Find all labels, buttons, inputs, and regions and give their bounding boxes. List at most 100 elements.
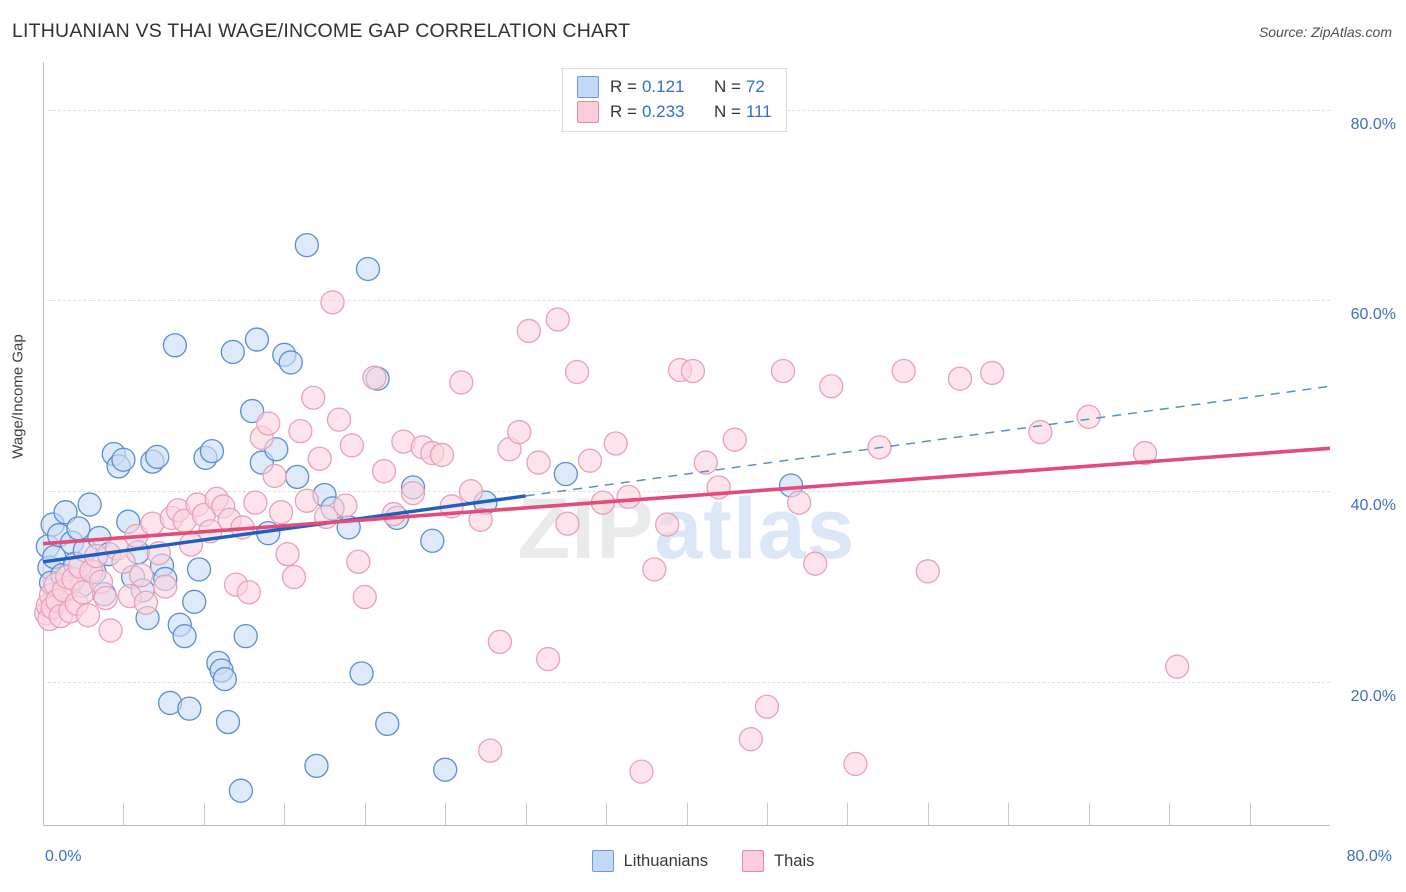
data-point bbox=[111, 447, 136, 472]
data-point bbox=[128, 562, 154, 588]
data-point bbox=[220, 339, 245, 365]
data-point bbox=[304, 753, 329, 779]
data-point bbox=[553, 461, 578, 487]
series-legend: Lithuanians Thais bbox=[0, 850, 1406, 872]
data-point bbox=[75, 603, 101, 628]
n-label: N = bbox=[713, 102, 741, 121]
page-title: LITHUANIAN VS THAI WAGE/INCOME GAP CORRE… bbox=[12, 20, 631, 42]
data-point bbox=[233, 624, 258, 649]
r-value-lithuanians: 0.121 bbox=[641, 77, 685, 96]
data-point bbox=[349, 661, 374, 686]
data-point bbox=[182, 589, 207, 614]
source-attribution: Source: ZipAtlas.com bbox=[1258, 24, 1392, 40]
data-point bbox=[433, 757, 458, 782]
data-point bbox=[803, 551, 828, 576]
data-point bbox=[915, 559, 940, 584]
data-point bbox=[285, 464, 310, 490]
data-point bbox=[145, 444, 170, 470]
data-point bbox=[507, 419, 532, 445]
data-point bbox=[478, 738, 503, 763]
data-point bbox=[770, 358, 796, 384]
data-point bbox=[577, 448, 603, 473]
data-point bbox=[294, 232, 319, 258]
data-point bbox=[680, 358, 706, 384]
stats-row-lithuanians: R = 0.121 N = 72 bbox=[577, 76, 772, 98]
data-point bbox=[375, 711, 400, 737]
data-point bbox=[243, 490, 268, 515]
data-point bbox=[458, 479, 484, 504]
data-point bbox=[555, 511, 580, 536]
data-point bbox=[754, 694, 780, 719]
data-point bbox=[545, 307, 570, 332]
data-point bbox=[178, 532, 204, 557]
x-axis-line bbox=[43, 825, 1330, 826]
data-point bbox=[66, 516, 91, 541]
data-point bbox=[616, 484, 641, 510]
data-point bbox=[294, 488, 319, 513]
data-point bbox=[275, 541, 300, 567]
stats-row-thais: R = 0.233 N = 111 bbox=[577, 101, 772, 123]
data-point bbox=[843, 751, 868, 777]
data-point bbox=[228, 778, 254, 803]
data-point bbox=[177, 696, 202, 721]
correlation-stats-box: R = 0.121 N = 72 R = 0.233 N = 111 bbox=[562, 68, 787, 132]
data-point bbox=[320, 290, 345, 315]
y-tick-label: 40.0% bbox=[1350, 497, 1396, 515]
data-point bbox=[301, 385, 326, 410]
data-point bbox=[516, 318, 541, 344]
data-point bbox=[162, 333, 188, 358]
n-label: N = bbox=[713, 77, 741, 96]
data-point bbox=[487, 629, 513, 655]
r-label: R = bbox=[610, 102, 637, 121]
r-value-thais: 0.233 bbox=[641, 102, 685, 121]
data-point bbox=[98, 618, 123, 643]
data-point bbox=[186, 557, 212, 582]
data-point bbox=[1028, 419, 1053, 445]
data-point bbox=[603, 431, 628, 456]
legend-item-thais[interactable]: Thais bbox=[742, 850, 814, 872]
data-point bbox=[307, 446, 332, 471]
data-point bbox=[236, 580, 262, 605]
data-point bbox=[526, 450, 551, 475]
data-point bbox=[564, 359, 590, 385]
data-point bbox=[693, 450, 718, 475]
correlation-chart: LITHUANIAN VS THAI WAGE/INCOME GAP CORRE… bbox=[0, 0, 1406, 892]
data-point bbox=[93, 585, 118, 611]
r-label: R = bbox=[610, 77, 637, 96]
data-point bbox=[947, 366, 973, 391]
legend-label-thais: Thais bbox=[774, 851, 815, 870]
data-point bbox=[655, 512, 680, 537]
data-point bbox=[449, 370, 474, 395]
n-value-thais: 111 bbox=[745, 102, 772, 121]
data-point bbox=[629, 759, 654, 784]
data-point bbox=[738, 727, 763, 752]
data-point bbox=[288, 418, 313, 444]
legend-swatch-thais-icon bbox=[742, 850, 765, 872]
data-point bbox=[362, 365, 387, 390]
data-point bbox=[278, 350, 303, 375]
y-tick-label: 60.0% bbox=[1350, 306, 1396, 324]
series-swatch-thais-icon bbox=[577, 101, 599, 123]
data-point bbox=[262, 463, 287, 489]
data-point bbox=[819, 374, 844, 399]
legend-item-lithuanians[interactable]: Lithuanians bbox=[591, 850, 709, 872]
data-point bbox=[215, 709, 241, 735]
data-point bbox=[980, 360, 1005, 386]
data-point bbox=[153, 574, 178, 599]
data-points-layer bbox=[34, 232, 1331, 803]
data-point bbox=[535, 646, 561, 672]
data-point bbox=[133, 590, 159, 615]
data-point bbox=[1165, 654, 1190, 679]
data-point bbox=[1076, 404, 1101, 429]
data-point bbox=[420, 528, 445, 553]
data-point bbox=[642, 557, 667, 582]
data-point bbox=[891, 358, 916, 384]
data-point bbox=[244, 327, 270, 352]
legend-swatch-lithuanians-icon bbox=[591, 850, 614, 872]
legend-label-lithuanians: Lithuanians bbox=[623, 851, 709, 870]
data-point bbox=[339, 433, 365, 458]
series-thais bbox=[34, 290, 1190, 784]
data-point bbox=[786, 490, 812, 515]
data-point bbox=[333, 493, 358, 518]
data-point bbox=[256, 411, 281, 436]
